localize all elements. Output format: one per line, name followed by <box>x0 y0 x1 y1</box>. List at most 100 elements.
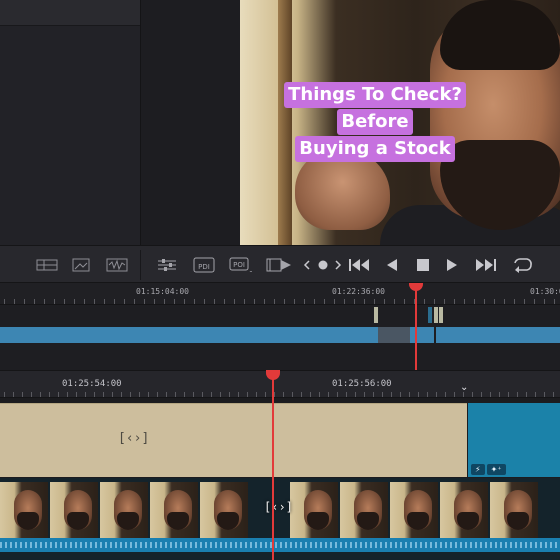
ruler-tick <box>294 299 295 304</box>
mini-clip-2[interactable] <box>410 327 434 343</box>
ruler-tick <box>204 299 205 304</box>
ruler-tick <box>238 392 239 397</box>
main-timeline-playhead[interactable] <box>272 370 274 560</box>
film-play-icon[interactable] <box>266 254 292 276</box>
ruler-tick <box>13 392 14 397</box>
ruler-tick <box>324 299 325 304</box>
mini-clip-marker-2[interactable] <box>428 307 432 323</box>
ruler-tick <box>508 392 509 397</box>
mini-clip-1[interactable] <box>0 327 378 343</box>
ruler-tick <box>144 299 145 304</box>
go-to-start-icon[interactable] <box>347 254 371 276</box>
mini-clip-marker-1[interactable] <box>374 307 378 323</box>
ruler-tick <box>274 299 275 304</box>
mini-timeline-track[interactable] <box>0 305 560 370</box>
chevron-down-icon[interactable]: ⌄ <box>460 382 468 393</box>
ruler-tick <box>474 299 475 304</box>
next-marker-icon[interactable] <box>333 254 343 276</box>
ruler-tick <box>94 392 95 397</box>
ruler-tick <box>364 392 365 397</box>
sliders-icon[interactable] <box>156 254 178 276</box>
ruler-tick <box>355 392 356 397</box>
ruler-tick <box>85 392 86 397</box>
title-clip[interactable]: [‹›] <box>0 403 467 477</box>
video-thumbnail <box>290 482 338 538</box>
ruler-tick <box>344 299 345 304</box>
loop-icon[interactable] <box>510 254 534 276</box>
ruler-tick <box>211 392 212 397</box>
play-icon[interactable] <box>444 254 460 276</box>
ruler-tick <box>148 392 149 397</box>
toolbar-separator <box>140 250 141 280</box>
ruler-tick <box>364 299 365 304</box>
ruler-tick <box>301 392 302 397</box>
caption-line-2: Before <box>337 109 413 135</box>
ruler-tick <box>404 299 405 304</box>
ruler-tick <box>4 299 5 304</box>
go-to-end-icon[interactable] <box>474 254 498 276</box>
marker-dot-icon[interactable] <box>317 254 329 276</box>
svg-text:+: + <box>249 267 252 275</box>
main-timeline-ruler[interactable]: 01:25:54:00 01:25:56:00 ⌄ <box>0 370 560 398</box>
image-icon[interactable] <box>72 254 90 276</box>
ruler-tick <box>4 392 5 397</box>
mini-timecode-3: 01:30:0 <box>530 287 560 296</box>
mini-timeline-ruler[interactable]: 01:15:04:00 01:22:36:00 01:30:0 <box>0 283 560 305</box>
mini-clip-marker-3[interactable] <box>434 307 438 323</box>
audio-waveform-strip[interactable] <box>0 538 560 552</box>
ruler-tick <box>114 299 115 304</box>
ruler-tick <box>154 299 155 304</box>
video-thumbnail <box>200 482 248 538</box>
video-thumbnail <box>390 482 438 538</box>
ruler-tick <box>454 392 455 397</box>
ruler-tick <box>436 392 437 397</box>
ruler-tick <box>319 392 320 397</box>
ruler-tick <box>220 392 221 397</box>
lightning-icon: ⚡ <box>471 464 485 475</box>
video-thumbnail <box>150 482 198 538</box>
audio-waveform <box>0 542 560 548</box>
ruler-tick <box>76 392 77 397</box>
stop-icon[interactable] <box>415 254 431 276</box>
ruler-tick <box>214 299 215 304</box>
waveform-icon[interactable] <box>106 254 128 276</box>
title-clip-marker: [‹›] <box>118 431 150 446</box>
ruler-tick <box>444 299 445 304</box>
ruler-tick <box>31 392 32 397</box>
ruler-tick <box>134 299 135 304</box>
mini-timeline-playhead[interactable] <box>415 283 417 370</box>
ruler-tick <box>514 299 515 304</box>
ruler-tick <box>337 392 338 397</box>
prev-marker-icon[interactable] <box>302 254 312 276</box>
ruler-tick <box>193 392 194 397</box>
ruler-tick <box>184 392 185 397</box>
ruler-tick <box>463 392 464 397</box>
ruler-tick <box>499 392 500 397</box>
video-clip-marker: [‹›] <box>264 500 293 514</box>
timeline-viewer[interactable]: Things To Check? Before Buying a Stock <box>240 0 560 245</box>
mini-clip-3[interactable] <box>436 327 560 343</box>
viewer-caption: Things To Check? Before Buying a Stock <box>240 82 510 162</box>
pdi-icon[interactable]: PDI <box>192 254 216 276</box>
ruler-tick <box>104 299 105 304</box>
davinci-resolve-edit-page: Things To Check? Before Buying a Stock P… <box>0 0 560 560</box>
ruler-tick <box>517 392 518 397</box>
ruler-tick <box>400 392 401 397</box>
source-viewer-panel[interactable] <box>140 0 240 245</box>
ruler-tick <box>202 392 203 397</box>
ruler-tick <box>274 392 275 397</box>
video-thumbnail <box>50 482 98 538</box>
mini-clip-marker-4[interactable] <box>439 307 443 323</box>
ruler-tick <box>464 299 465 304</box>
ruler-tick <box>418 392 419 397</box>
ruler-tick <box>103 392 104 397</box>
mini-clip-gap[interactable] <box>378 327 410 343</box>
layout-icon[interactable] <box>36 254 58 276</box>
media-pool-panel[interactable] <box>0 0 140 245</box>
ruler-tick <box>256 392 257 397</box>
poi-icon[interactable]: POI + <box>228 254 252 276</box>
ruler-tick <box>121 392 122 397</box>
ruler-tick <box>22 392 23 397</box>
adjustment-clip[interactable]: ⚡ ✦⁺ <box>468 403 560 477</box>
play-reverse-icon[interactable] <box>384 254 400 276</box>
